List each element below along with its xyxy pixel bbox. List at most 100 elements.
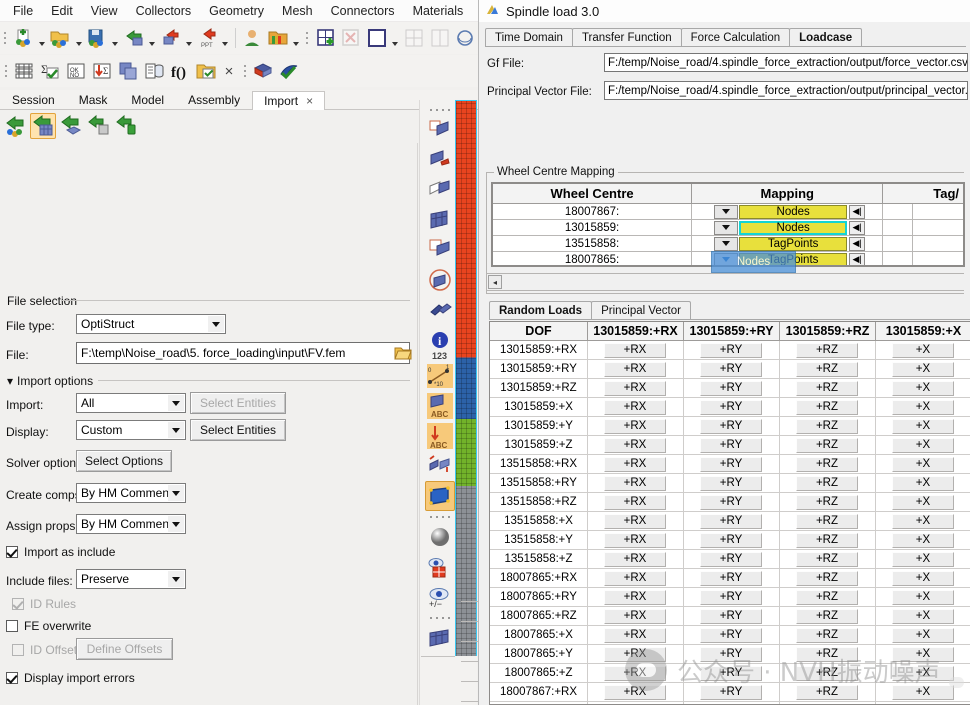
table-row[interactable]: 13515858:+RZ+RX+RY+RZ+X+Y: [490, 493, 970, 512]
shaded-sphere-icon[interactable]: [425, 522, 455, 552]
wcm-tag-cell[interactable]: [883, 204, 963, 219]
dof-cell[interactable]: +RX: [588, 607, 684, 625]
create-comps-combo[interactable]: By HM Comments: [76, 483, 186, 503]
grid-layout-icon[interactable]: [401, 25, 427, 51]
vertical-toolbar-grip-3[interactable]: [429, 612, 450, 623]
dof-cell[interactable]: +RZ: [780, 588, 876, 606]
dof-cell[interactable]: +X: [876, 664, 970, 682]
tab-assembly[interactable]: Assembly: [176, 90, 252, 109]
split-layout-icon[interactable]: [427, 25, 453, 51]
menu-materials[interactable]: Materials: [404, 2, 473, 20]
mesh-select-icon[interactable]: [425, 235, 455, 265]
table-row[interactable]: 18007865:+Y+RX+RY+RZ+X+Y: [490, 645, 970, 664]
mesh-edit-icon[interactable]: [425, 115, 455, 145]
info-icon[interactable]: i: [425, 325, 455, 355]
chevron-down-icon[interactable]: [714, 236, 739, 251]
wcm-mapping-cell[interactable]: Nodes ◀|: [692, 204, 884, 219]
browse-folder-icon[interactable]: [394, 345, 412, 361]
vertical-toolbar-grip[interactable]: [429, 104, 450, 115]
dof-cell[interactable]: +RY: [684, 417, 780, 435]
color-folder-dropdown-icon[interactable]: [291, 25, 302, 51]
dof-cell[interactable]: +RY: [684, 664, 780, 682]
scroll-left-icon[interactable]: ◂: [488, 275, 502, 289]
user-profile-icon[interactable]: [240, 25, 266, 51]
principal-vector-file-input[interactable]: F:/temp/Noise_road/4.spindle_force_extra…: [604, 81, 968, 100]
dof-cell[interactable]: +RZ: [780, 436, 876, 454]
import-combo[interactable]: All: [76, 393, 186, 413]
dof-cell[interactable]: +X: [876, 493, 970, 511]
table-row[interactable]: 13515858: TagPoints ◀|: [493, 236, 963, 252]
close-icon[interactable]: ×: [306, 94, 313, 108]
table-row[interactable]: 13515858:+RY+RX+RY+RZ+X+Y: [490, 474, 970, 493]
dof-cell[interactable]: +RZ: [780, 341, 876, 359]
mesh-circle-icon[interactable]: [425, 265, 455, 295]
fe-overwrite-checkbox[interactable]: FE overwrite: [6, 619, 91, 633]
tab-transfer-function[interactable]: Transfer Function: [571, 28, 682, 47]
table-row[interactable]: 13515858:+Z+RX+RY+RZ+X+Y: [490, 550, 970, 569]
dof-cell[interactable]: +RZ: [780, 550, 876, 568]
chevron-down-icon[interactable]: [168, 485, 184, 501]
dof-cell[interactable]: +RY: [684, 645, 780, 663]
tab-random-loads[interactable]: Random Loads: [489, 301, 593, 320]
tab-session[interactable]: Session: [0, 90, 67, 109]
chevron-down-icon[interactable]: [714, 204, 739, 219]
new-model-dropdown-icon[interactable]: [37, 25, 48, 51]
reset-icon[interactable]: ◀|: [849, 220, 866, 235]
table-row[interactable]: 18007865:+RZ+RX+RY+RZ+X+Y: [490, 607, 970, 626]
dof-cell[interactable]: +X: [876, 379, 970, 397]
dof-cell[interactable]: +X: [876, 683, 970, 701]
export-dropdown-icon[interactable]: [183, 25, 194, 51]
dof-cell[interactable]: +RX: [588, 512, 684, 530]
dof-cell[interactable]: +RY: [684, 455, 780, 473]
window-layout-dropdown-icon[interactable]: [390, 25, 401, 51]
menu-collectors[interactable]: Collectors: [127, 2, 201, 20]
dof-cell[interactable]: +RX: [588, 474, 684, 492]
menu-view[interactable]: View: [82, 2, 127, 20]
dof-cell[interactable]: +RZ: [780, 493, 876, 511]
dof-cell[interactable]: +RY: [684, 398, 780, 416]
mapping-dropdown-option[interactable]: Nodes: [711, 251, 796, 273]
table-row[interactable]: 18007865:+X+RX+RY+RZ+X+Y: [490, 626, 970, 645]
dof-cell[interactable]: +RX: [588, 360, 684, 378]
chevron-down-icon[interactable]: [168, 571, 184, 587]
import-as-include-checkbox[interactable]: Import as include: [6, 545, 115, 559]
table-row[interactable]: 13015859:+RY+RX+RY+RZ+X+Y: [490, 360, 970, 379]
layers-icon[interactable]: [115, 58, 141, 84]
dof-cell[interactable]: +RX: [588, 531, 684, 549]
toolbar-grip[interactable]: [2, 27, 9, 49]
import-dropdown-icon[interactable]: [146, 25, 157, 51]
dof-cell[interactable]: +RZ: [780, 455, 876, 473]
table-row[interactable]: 18007867: Nodes ◀|: [493, 204, 963, 220]
dof-cell[interactable]: +RX: [588, 569, 684, 587]
toolbar-grip-2[interactable]: [304, 27, 311, 49]
dof-cell[interactable]: +RY: [684, 683, 780, 701]
export-ppt-dropdown-icon[interactable]: [220, 25, 231, 51]
dof-cell[interactable]: +X: [876, 588, 970, 606]
export-model-icon[interactable]: [157, 25, 183, 51]
save-model-dropdown-icon[interactable]: [110, 25, 121, 51]
add-component-icon[interactable]: [313, 25, 339, 51]
window-layout-icon[interactable]: [364, 25, 390, 51]
dof-cell[interactable]: +X: [876, 569, 970, 587]
import-fe-model-icon[interactable]: [30, 113, 56, 139]
3d-viewport[interactable]: [455, 100, 477, 660]
dof-cell[interactable]: +RY: [684, 379, 780, 397]
mesh-view-icon[interactable]: [425, 623, 455, 653]
reset-icon[interactable]: ◀|: [849, 252, 866, 265]
database-icon[interactable]: [141, 58, 167, 84]
dof-cell[interactable]: +RY: [684, 531, 780, 549]
dof-cell[interactable]: +X: [876, 531, 970, 549]
table-row[interactable]: 13515858:+X+RX+RY+RZ+X+Y: [490, 512, 970, 531]
dof-cell[interactable]: +X: [876, 360, 970, 378]
import-model-icon[interactable]: [121, 25, 147, 51]
dof-cell[interactable]: +RX: [588, 664, 684, 682]
dof-cell[interactable]: +RZ: [780, 683, 876, 701]
dof-cell[interactable]: +RZ: [780, 398, 876, 416]
table-row[interactable]: 13015859:+RZ+RX+RY+RZ+X+Y: [490, 379, 970, 398]
dof-cell[interactable]: +RY: [684, 474, 780, 492]
wheel-centre-mapping-scrollbar[interactable]: ◂: [486, 273, 964, 291]
file-path-input[interactable]: F:\temp\Noise_road\5. force_loading\inpu…: [76, 342, 410, 364]
delete-component-icon[interactable]: [339, 25, 365, 51]
dof-cell[interactable]: +RY: [684, 341, 780, 359]
assign-props-combo[interactable]: By HM Comments: [76, 514, 186, 534]
